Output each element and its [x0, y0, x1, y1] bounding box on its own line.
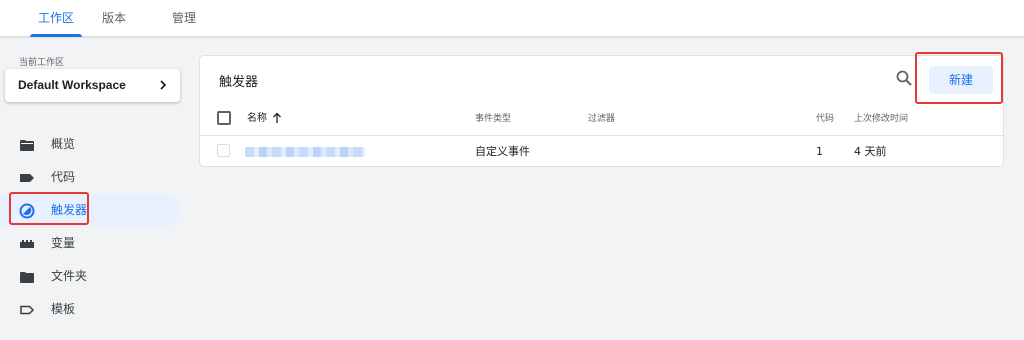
search-icon[interactable] — [895, 69, 913, 87]
sidebar-item-label: 代码 — [51, 170, 76, 184]
tab-workspace[interactable]: 工作区 — [29, 0, 83, 37]
sidebar-item-overview[interactable]: 概览 — [0, 128, 180, 161]
table-row[interactable]: 自定义事件 1 4 天前 — [200, 136, 1003, 167]
row-checkbox[interactable] — [217, 144, 230, 157]
sidebar-item-templates[interactable]: 模板 — [0, 293, 180, 326]
column-header-event-type[interactable]: 事件类型 — [475, 104, 511, 134]
tag-icon — [20, 174, 34, 182]
column-header-last-modified[interactable]: 上次修改时间 — [854, 104, 908, 134]
folder-open-icon — [20, 140, 34, 151]
workspace-label: 当前工作区 — [19, 58, 65, 68]
cell-last-modified: 4 天前 — [854, 145, 887, 158]
sidebar-item-triggers[interactable]: 触发器 — [0, 194, 180, 227]
chevron-right-icon — [160, 80, 167, 90]
cell-event-type: 自定义事件 — [475, 145, 530, 158]
tag-outline-icon — [20, 305, 35, 315]
sidebar-item-label: 文件夹 — [51, 269, 88, 283]
folder-icon — [20, 272, 34, 283]
triggers-card: 触发器 新建 名称 事件类型 过滤器 代码 上次修改时间 自定义事件 1 4 天… — [199, 55, 1004, 167]
workspace-name: Default Workspace — [18, 78, 126, 92]
new-trigger-button[interactable]: 新建 — [929, 66, 993, 94]
sidebar-item-variables[interactable]: 变量 — [0, 227, 180, 260]
sidebar-item-label: 变量 — [51, 236, 76, 250]
cell-code-count: 1 — [816, 145, 823, 158]
variable-blocks-icon — [20, 240, 34, 248]
tab-versions[interactable]: 版本 — [102, 0, 126, 36]
sidebar-item-folders[interactable]: 文件夹 — [0, 260, 180, 293]
trigger-icon — [19, 203, 35, 219]
column-header-filter[interactable]: 过滤器 — [588, 104, 615, 134]
workspace-selector[interactable]: Default Workspace — [5, 69, 180, 102]
column-header-code[interactable]: 代码 — [816, 104, 834, 134]
column-header-name[interactable]: 名称 — [247, 104, 267, 134]
sidebar-item-label: 概览 — [51, 137, 76, 151]
page-title: 触发器 — [219, 75, 259, 90]
sidebar-item-tags[interactable]: 代码 — [0, 161, 180, 194]
top-tab-bar: 工作区 版本 管理 — [0, 0, 1024, 37]
table-header: 名称 事件类型 过滤器 代码 上次修改时间 — [200, 104, 1003, 136]
trigger-name-link-redacted[interactable] — [245, 147, 365, 157]
sidebar-item-label: 触发器 — [51, 203, 88, 217]
sidebar-item-label: 模板 — [51, 302, 76, 316]
sort-ascending-icon[interactable] — [272, 112, 282, 124]
select-all-checkbox[interactable] — [217, 111, 231, 125]
tab-admin[interactable]: 管理 — [172, 0, 196, 36]
